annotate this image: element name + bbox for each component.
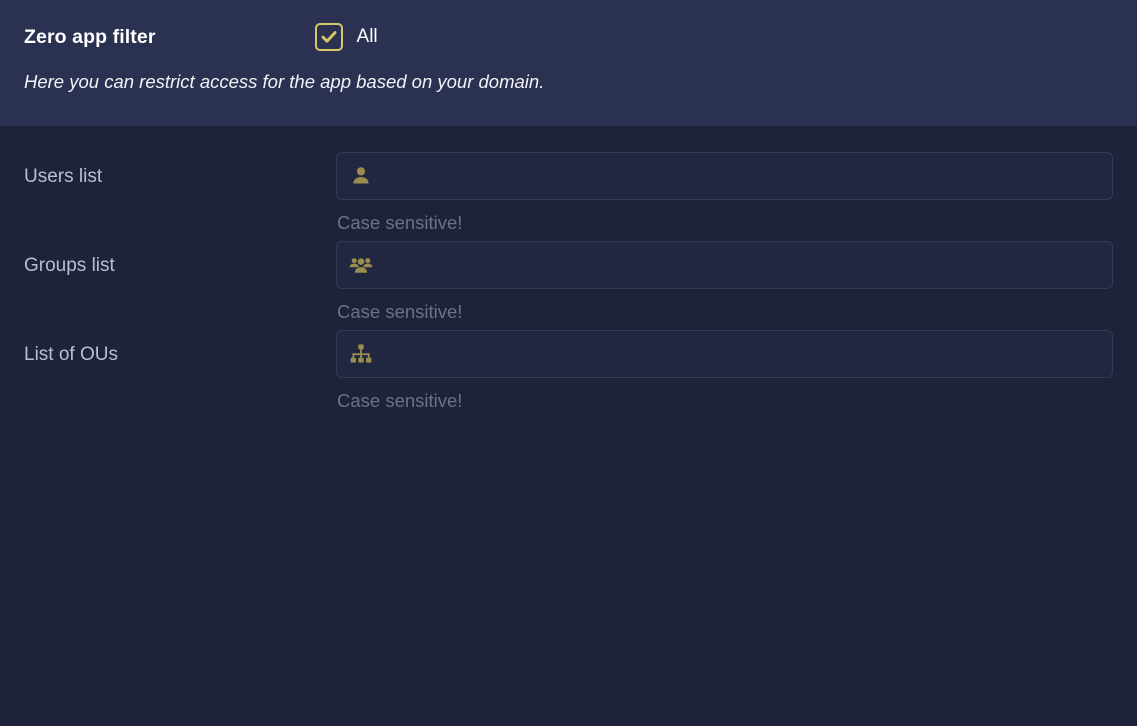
users-list-input[interactable] xyxy=(336,152,1113,200)
groups-list-hint: Case sensitive! xyxy=(337,301,463,322)
person-icon xyxy=(348,163,374,189)
groups-list-label: Groups list xyxy=(24,255,115,276)
groups-icon xyxy=(348,252,374,278)
all-checkbox[interactable] xyxy=(314,23,343,51)
users-list-label: Users list xyxy=(24,166,103,187)
form-row-list-of-ous: List of OUs Case sensitive! xyxy=(0,330,1137,412)
users-list-hint: Case sensitive! xyxy=(337,212,463,233)
list-of-ous-input[interactable] xyxy=(336,330,1113,378)
list-of-ous-hint: Case sensitive! xyxy=(337,390,463,411)
zero-app-filter-panel: Zero app filter All Here you can restric… xyxy=(0,0,1137,726)
all-filter-control[interactable]: All xyxy=(314,23,378,51)
list-of-ous-label: List of OUs xyxy=(24,344,118,365)
account-tree-icon xyxy=(348,341,374,367)
groups-list-input[interactable] xyxy=(336,241,1113,289)
check-icon xyxy=(320,28,338,46)
form-row-groups-list: Groups list Case sensitive! xyxy=(0,241,1137,323)
panel-body: Users list Case sensitive! Groups list C… xyxy=(0,126,1137,726)
groups-list-field-group: Case sensitive! xyxy=(336,241,1113,323)
list-of-ous-field-group: Case sensitive! xyxy=(336,330,1113,412)
panel-description: Here you can restrict access for the app… xyxy=(24,71,545,92)
all-checkbox-label: All xyxy=(356,26,378,47)
page-title: Zero app filter xyxy=(24,25,156,48)
form-row-users-list: Users list Case sensitive! xyxy=(0,152,1137,234)
panel-header: Zero app filter All Here you can restric… xyxy=(0,0,1137,126)
header-top-row: Zero app filter All xyxy=(24,17,1113,57)
users-list-field-group: Case sensitive! xyxy=(336,152,1113,234)
